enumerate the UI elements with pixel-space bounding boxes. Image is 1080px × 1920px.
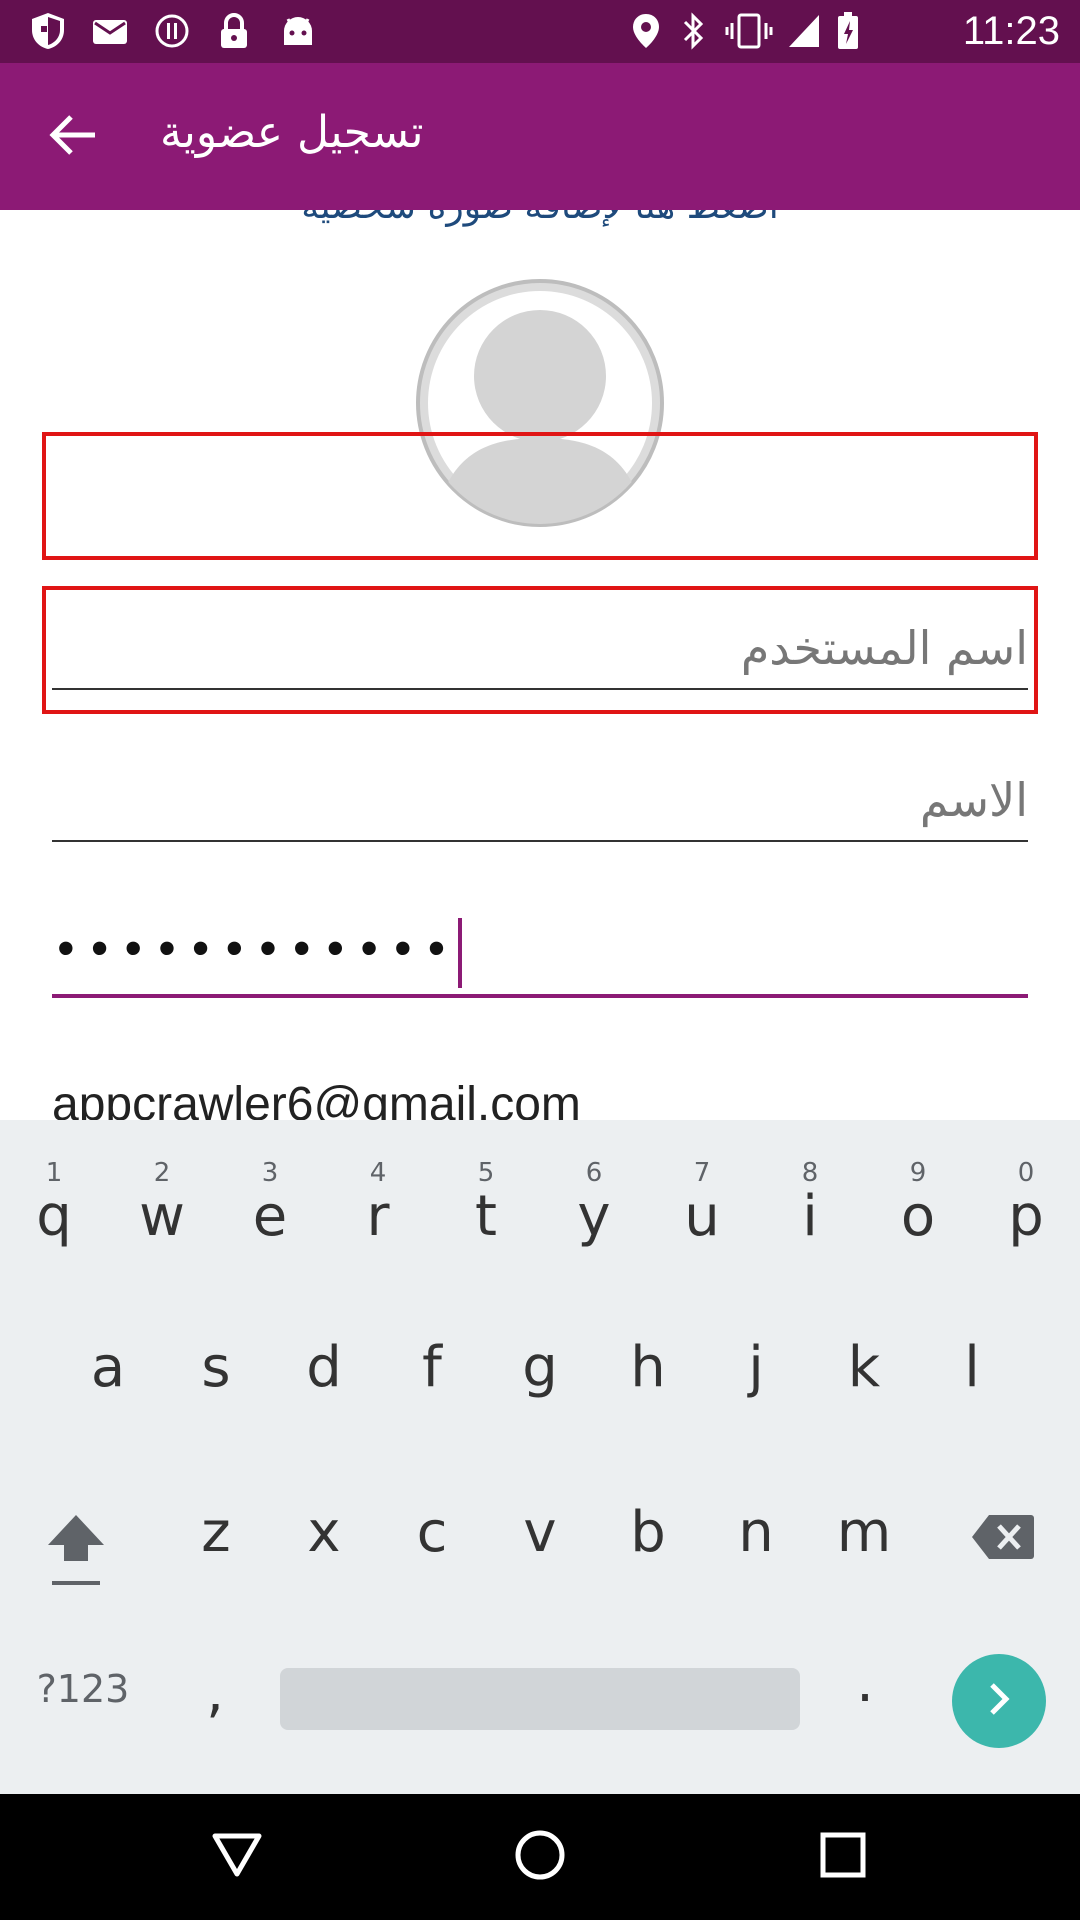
info-icon bbox=[152, 12, 192, 50]
soft-keyboard: 1q2w3e4r5t6y7u8i9o0p asdfghjkl zxcvbnm ?… bbox=[0, 1120, 1080, 1794]
key-label: i bbox=[802, 1184, 818, 1249]
key-label: t bbox=[475, 1184, 497, 1249]
vibrate-icon bbox=[724, 12, 774, 50]
signal-icon bbox=[782, 12, 826, 50]
key-hint: 4 bbox=[369, 1158, 387, 1188]
key-x[interactable]: x bbox=[274, 1500, 374, 1565]
key-label: r bbox=[366, 1184, 390, 1249]
key-a[interactable]: a bbox=[58, 1335, 158, 1400]
username-field[interactable]: اسم المستخدم bbox=[52, 610, 1028, 690]
key-w[interactable]: 2w bbox=[112, 1158, 212, 1249]
recents-square-icon bbox=[819, 1831, 867, 1883]
android-icon bbox=[278, 12, 318, 50]
key-hint: 0 bbox=[1017, 1158, 1035, 1188]
key-label: p bbox=[1008, 1184, 1044, 1249]
backspace-key[interactable] bbox=[948, 1510, 1058, 1575]
key-hint: 5 bbox=[477, 1158, 495, 1188]
key-g[interactable]: g bbox=[490, 1335, 590, 1400]
key-label: o bbox=[900, 1184, 936, 1249]
comma-key[interactable]: , bbox=[165, 1660, 265, 1725]
chevron-right-icon bbox=[984, 1681, 1014, 1721]
photo-hint-container: اضغط هنا لإضافة صورة شخصية bbox=[0, 210, 1080, 250]
battery-icon bbox=[836, 12, 860, 50]
text-cursor bbox=[458, 918, 463, 988]
arrow-back-icon bbox=[49, 113, 97, 161]
key-b[interactable]: b bbox=[598, 1500, 698, 1565]
key-f[interactable]: f bbox=[382, 1335, 482, 1400]
key-label: q bbox=[36, 1184, 72, 1249]
home-circle-icon bbox=[514, 1829, 566, 1885]
mail-icon bbox=[90, 12, 130, 50]
key-hint: 7 bbox=[693, 1158, 711, 1188]
name-placeholder: الاسم bbox=[919, 773, 1028, 827]
key-i[interactable]: 8i bbox=[760, 1158, 860, 1249]
nav-home-button[interactable] bbox=[505, 1822, 575, 1892]
key-z[interactable]: z bbox=[166, 1500, 266, 1565]
key-label: e bbox=[252, 1184, 288, 1249]
key-n[interactable]: n bbox=[706, 1500, 806, 1565]
clock: 11:23 bbox=[962, 9, 1060, 53]
key-label: w bbox=[139, 1184, 185, 1249]
password-field[interactable]: •••••••••••• bbox=[52, 910, 1028, 998]
key-hint: 2 bbox=[153, 1158, 171, 1188]
key-y[interactable]: 6y bbox=[544, 1158, 644, 1249]
key-l[interactable]: l bbox=[922, 1335, 1022, 1400]
key-u[interactable]: 7u bbox=[652, 1158, 752, 1249]
symbols-key[interactable]: ?123 bbox=[18, 1667, 148, 1711]
app-bar: تسجيل عضوية bbox=[0, 63, 1080, 210]
key-c[interactable]: c bbox=[382, 1500, 482, 1565]
username-placeholder: اسم المستخدم bbox=[740, 621, 1028, 675]
key-o[interactable]: 9o bbox=[868, 1158, 968, 1249]
location-icon bbox=[628, 12, 664, 50]
key-t[interactable]: 5t bbox=[436, 1158, 536, 1249]
navigation-bar bbox=[0, 1794, 1080, 1920]
key-r[interactable]: 4r bbox=[328, 1158, 428, 1249]
name-field[interactable]: الاسم bbox=[52, 764, 1028, 842]
back-button[interactable] bbox=[38, 107, 108, 167]
shield-icon bbox=[28, 12, 68, 50]
key-hint: 3 bbox=[261, 1158, 279, 1188]
key-p[interactable]: 0p bbox=[976, 1158, 1076, 1249]
key-hint: 9 bbox=[909, 1158, 927, 1188]
period-key[interactable]: . bbox=[815, 1650, 915, 1715]
key-h[interactable]: h bbox=[598, 1335, 698, 1400]
key-label: y bbox=[577, 1184, 611, 1249]
key-j[interactable]: j bbox=[706, 1335, 806, 1400]
key-q[interactable]: 1q bbox=[4, 1158, 104, 1249]
photo-hint[interactable]: اضغط هنا لإضافة صورة شخصية bbox=[0, 210, 1080, 230]
key-hint: 1 bbox=[45, 1158, 63, 1188]
key-label: u bbox=[684, 1184, 720, 1249]
key-d[interactable]: d bbox=[274, 1335, 374, 1400]
back-triangle-icon bbox=[212, 1832, 262, 1882]
password-value: •••••••••••• bbox=[52, 922, 457, 977]
key-m[interactable]: m bbox=[814, 1500, 914, 1565]
nav-recents-button[interactable] bbox=[808, 1822, 878, 1892]
key-hint: 6 bbox=[585, 1158, 603, 1188]
shift-arrow-icon bbox=[44, 1515, 108, 1611]
key-e[interactable]: 3e bbox=[220, 1158, 320, 1249]
space-key[interactable] bbox=[280, 1668, 800, 1730]
shift-key[interactable] bbox=[14, 1507, 138, 1611]
enter-key[interactable] bbox=[952, 1654, 1046, 1748]
key-k[interactable]: k bbox=[814, 1335, 914, 1400]
bluetooth-icon bbox=[676, 12, 712, 50]
page-title: تسجيل عضوية bbox=[160, 107, 424, 158]
key-s[interactable]: s bbox=[166, 1335, 266, 1400]
highlight-box bbox=[42, 432, 1038, 560]
backspace-icon bbox=[971, 1510, 1035, 1575]
key-v[interactable]: v bbox=[490, 1500, 590, 1565]
lock-icon bbox=[214, 12, 254, 50]
key-hint: 8 bbox=[801, 1158, 819, 1188]
nav-back-button[interactable] bbox=[202, 1822, 272, 1892]
status-bar: 11:23 bbox=[0, 0, 1080, 63]
